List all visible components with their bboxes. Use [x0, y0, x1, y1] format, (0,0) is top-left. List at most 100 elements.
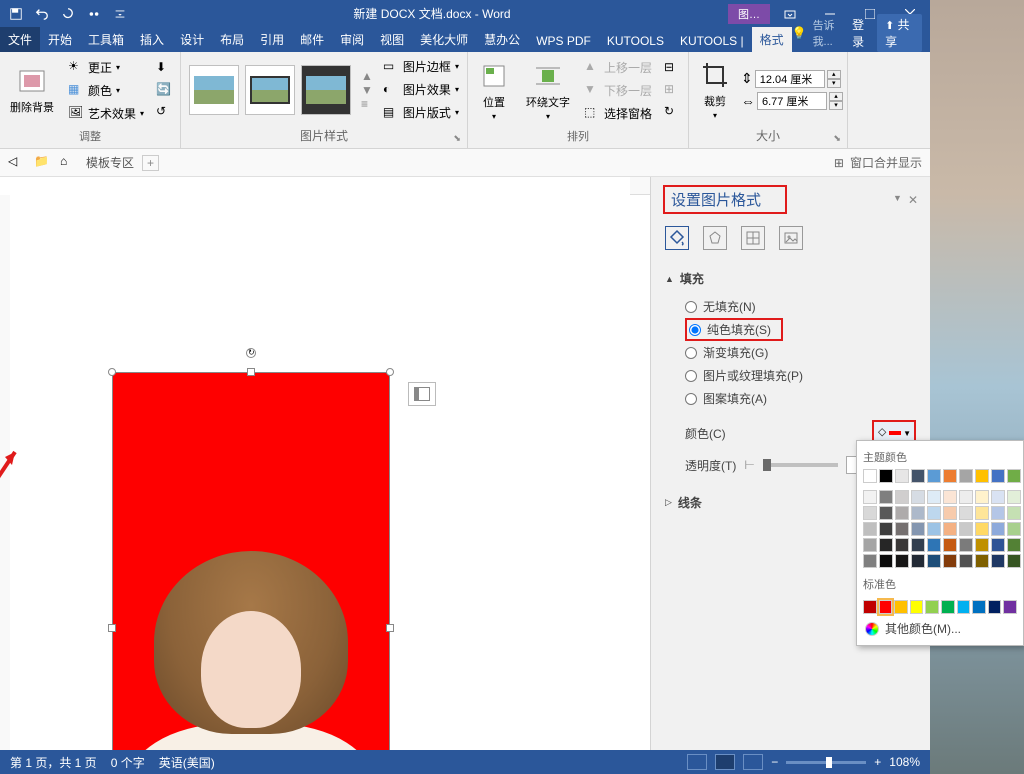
zoom-level[interactable]: 108% — [889, 755, 920, 769]
color-swatch[interactable] — [863, 522, 877, 536]
layout-options-icon[interactable] — [408, 382, 436, 406]
color-swatch[interactable] — [975, 522, 989, 536]
share-button[interactable]: ⬆ 共享 — [877, 14, 922, 52]
layout-tab-icon[interactable] — [741, 226, 765, 250]
color-swatch[interactable] — [895, 522, 909, 536]
color-swatch[interactable] — [879, 522, 893, 536]
selection-pane-button[interactable]: ⬚选择窗格 — [580, 103, 656, 124]
tab-view[interactable]: 视图 — [372, 27, 412, 52]
remove-background-button[interactable]: 删除背景 — [4, 63, 60, 117]
picture-layout-button[interactable]: ▤图片版式▾ — [379, 102, 463, 123]
color-swatch[interactable] — [879, 554, 893, 568]
tab-toolbox[interactable]: 工具箱 — [80, 27, 132, 52]
tab-format[interactable]: 格式 — [752, 27, 792, 52]
gallery-down-icon[interactable]: ▼ — [361, 83, 373, 97]
color-swatch[interactable] — [959, 490, 973, 504]
color-swatch[interactable] — [959, 554, 973, 568]
color-swatch[interactable] — [991, 490, 1005, 504]
resize-handle[interactable] — [108, 368, 116, 376]
color-swatch[interactable] — [927, 554, 941, 568]
color-swatch[interactable] — [863, 554, 877, 568]
gallery-up-icon[interactable]: ▲ — [361, 69, 373, 83]
color-swatch[interactable] — [895, 490, 909, 504]
color-swatch[interactable] — [910, 600, 924, 614]
print-layout-icon[interactable] — [715, 754, 735, 770]
color-swatch[interactable] — [943, 522, 957, 536]
document-canvas[interactable] — [0, 177, 650, 750]
position-button[interactable]: 位置▾ — [472, 58, 516, 123]
wrap-text-button[interactable]: 环绕文字▾ — [520, 58, 576, 123]
style-item[interactable] — [301, 65, 351, 115]
fill-line-tab-icon[interactable] — [665, 226, 689, 250]
color-swatch[interactable] — [879, 600, 893, 614]
corrections-button[interactable]: ☀更正▾ — [64, 57, 148, 78]
redo-icon[interactable] — [56, 3, 80, 25]
group-icon[interactable]: ⊞ — [660, 80, 684, 100]
color-swatch[interactable] — [894, 600, 908, 614]
color-swatch[interactable] — [895, 506, 909, 520]
reset-picture-icon[interactable]: ↺ — [152, 102, 176, 122]
color-swatch[interactable] — [863, 600, 877, 614]
color-swatch[interactable] — [959, 469, 973, 483]
login-link[interactable]: 登录 — [852, 16, 871, 50]
color-swatch[interactable] — [927, 522, 941, 536]
style-item[interactable] — [189, 65, 239, 115]
color-swatch[interactable] — [943, 490, 957, 504]
color-swatch[interactable] — [863, 490, 877, 504]
fill-section-header[interactable]: ▲ 填充 — [665, 266, 916, 291]
width-input[interactable] — [757, 92, 827, 110]
color-swatch[interactable] — [1007, 522, 1021, 536]
folder-icon[interactable]: 📁 — [34, 154, 52, 172]
tab-home[interactable]: 开始 — [40, 27, 80, 52]
tab-mailings[interactable]: 邮件 — [292, 27, 332, 52]
crop-button[interactable]: 裁剪▾ — [693, 57, 737, 122]
color-swatch[interactable] — [879, 490, 893, 504]
picture-border-button[interactable]: ▭图片边框▾ — [379, 56, 463, 77]
color-swatch[interactable] — [863, 469, 877, 483]
color-swatch[interactable] — [927, 538, 941, 552]
artistic-effects-button[interactable]: 🖼艺术效果▾ — [64, 103, 148, 124]
color-swatch[interactable] — [991, 469, 1005, 483]
rotate-icon[interactable]: ↻ — [660, 102, 684, 122]
tab-kutools2[interactable]: KUTOOLS | — [672, 30, 752, 52]
color-swatch[interactable] — [911, 469, 925, 483]
color-swatch[interactable] — [1007, 538, 1021, 552]
change-picture-icon[interactable]: 🔄 — [152, 80, 176, 100]
gradient-fill-radio[interactable]: 渐变填充(G) — [685, 341, 916, 364]
color-swatch[interactable] — [863, 506, 877, 520]
color-swatch[interactable] — [991, 554, 1005, 568]
spinner-down-icon[interactable]: ▾ — [827, 79, 841, 88]
zoom-out-icon[interactable]: − — [771, 755, 778, 769]
color-swatch[interactable] — [957, 600, 971, 614]
picture-tab-icon[interactable] — [779, 226, 803, 250]
color-swatch[interactable] — [895, 538, 909, 552]
merge-windows-label[interactable]: 窗口合并显示 — [850, 154, 922, 171]
transparency-slider[interactable] — [763, 463, 838, 467]
color-swatch[interactable] — [911, 490, 925, 504]
page-count[interactable]: 第 1 页，共 1 页 — [10, 754, 97, 771]
tab-file[interactable]: 文件 — [0, 27, 40, 52]
color-swatch[interactable] — [943, 469, 957, 483]
no-fill-radio[interactable]: 无填充(N) — [685, 295, 916, 318]
spinner-up-icon[interactable]: ▴ — [829, 92, 843, 101]
web-layout-icon[interactable] — [743, 754, 763, 770]
tab-kutools[interactable]: KUTOOLS — [599, 30, 672, 52]
color-swatch[interactable] — [879, 538, 893, 552]
tell-me-input[interactable]: 告诉我... — [813, 17, 847, 49]
document-page[interactable] — [10, 177, 630, 750]
tab-huiban[interactable]: 慧办公 — [476, 27, 528, 52]
zoom-slider[interactable] — [786, 761, 866, 764]
color-swatch[interactable] — [911, 554, 925, 568]
more-colors-button[interactable]: 其他颜色(M)... — [863, 614, 1017, 639]
align-icon[interactable]: ⊟ — [660, 58, 684, 78]
color-swatch[interactable] — [863, 538, 877, 552]
resize-handle[interactable] — [386, 368, 394, 376]
save-icon[interactable] — [4, 3, 28, 25]
bring-forward-button[interactable]: ▲上移一层 — [580, 57, 656, 78]
send-backward-button[interactable]: ▼下移一层 — [580, 80, 656, 101]
picture-effects-button[interactable]: ◐图片效果▾ — [379, 79, 463, 100]
pane-menu-icon[interactable]: ▼ — [893, 193, 902, 207]
color-swatch[interactable] — [927, 469, 941, 483]
tab-beautify[interactable]: 美化大师 — [412, 27, 476, 52]
resize-handle[interactable] — [108, 624, 116, 632]
